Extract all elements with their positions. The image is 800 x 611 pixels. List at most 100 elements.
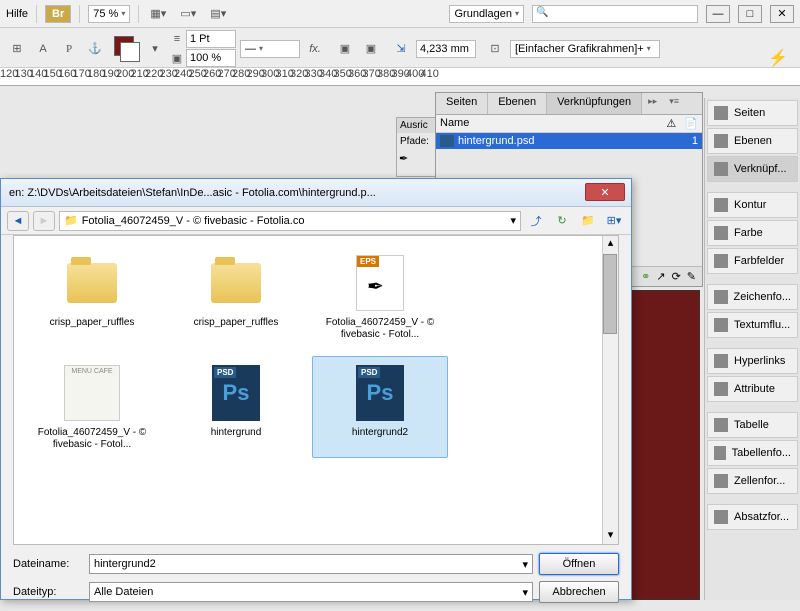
panel-label: Textumflu...	[734, 319, 790, 331]
char-icon[interactable]: A	[32, 38, 54, 60]
panel-kontur[interactable]: Kontur	[707, 192, 798, 218]
panel-label: Zellenfor...	[734, 475, 785, 487]
panel-label: Attribute	[734, 383, 775, 395]
nav-view-icon[interactable]: ⊞▾	[603, 210, 625, 232]
panel-farbfelder[interactable]: Farbfelder	[707, 248, 798, 274]
filetype-combo[interactable]: Alle Dateien▾	[89, 582, 533, 602]
nav-up-icon[interactable]: ⤴	[525, 210, 547, 232]
stroke-dropdown-icon[interactable]: ▾	[144, 38, 166, 60]
file-item[interactable]: crisp_paper_ruffles	[168, 246, 304, 348]
file-label: hintergrund	[211, 427, 262, 439]
panel-tabelle[interactable]: Tabelle	[707, 412, 798, 438]
file-item[interactable]: EPS✒Fotolia_46072459_V - © fivebasic - F…	[312, 246, 448, 348]
panel-zeichenfo[interactable]: Zeichenfo...	[707, 284, 798, 310]
anchor-icon[interactable]: ⚓	[84, 38, 106, 60]
search-input[interactable]	[532, 5, 698, 23]
maximize-button[interactable]: □	[738, 5, 762, 23]
dialog-title-text: en: Z:\DVDs\Arbeitsdateien\Stefan\InDe..…	[9, 187, 623, 199]
zoom-dropdown[interactable]: 75 %	[88, 5, 130, 23]
edit-original-icon[interactable]: ✎	[687, 270, 696, 283]
panel-verknpf[interactable]: Verknüpf...	[707, 156, 798, 182]
scroll-thumb[interactable]	[603, 254, 617, 334]
stroke-weight-input[interactable]	[186, 30, 236, 48]
stroke-style-dropdown[interactable]: —	[240, 40, 300, 58]
wrap-bb-icon[interactable]: ▣	[360, 38, 382, 60]
panel-textumflu[interactable]: Textumflu...	[707, 312, 798, 338]
relink-icon[interactable]: ⚭	[641, 270, 650, 283]
tab-ebenen[interactable]: Ebenen	[488, 93, 547, 114]
nav-back-button[interactable]: ◄	[7, 211, 29, 231]
panel-label: Farbe	[734, 227, 763, 239]
scrollbar[interactable]: ▴ ▾	[602, 236, 618, 544]
panel-label: Absatzfor...	[734, 511, 789, 523]
panel-label: Seiten	[734, 107, 765, 119]
panel-tabellenfo[interactable]: Tabellenfo...	[707, 440, 798, 466]
update-link-icon[interactable]: ⟳	[672, 270, 681, 283]
nav-fwd-button[interactable]: ►	[33, 211, 55, 231]
scale-input[interactable]	[186, 49, 236, 67]
nav-newfolder-icon[interactable]: 📁	[577, 210, 599, 232]
filename-label: Dateiname:	[13, 558, 83, 570]
wrap-none-icon[interactable]: ▣	[334, 38, 356, 60]
control-bar: ⊞ A P ⚓ ▾ ≡ ▣ — fx. ▣ ▣ ⇲ ⊡ [Einfacher G…	[0, 28, 800, 68]
arrange-icon[interactable]: ▤▾	[207, 3, 229, 25]
panel-zellenfor[interactable]: Zellenfor...	[707, 468, 798, 494]
panel-icon	[714, 106, 728, 120]
panel-attribute[interactable]: Attribute	[707, 376, 798, 402]
minimize-button[interactable]: —	[706, 5, 730, 23]
panel-seiten[interactable]: Seiten	[707, 100, 798, 126]
view-options-icon[interactable]: ▦▾	[147, 3, 169, 25]
open-button[interactable]: Öffnen	[539, 553, 619, 575]
address-dropdown-icon[interactable]: ▾	[510, 214, 516, 227]
address-bar[interactable]: 📁 Fotolia_46072459_V - © fivebasic - Fot…	[59, 211, 521, 231]
file-item[interactable]: crisp_paper_ruffles	[24, 246, 160, 348]
gpu-icon[interactable]: ⚡	[768, 48, 788, 68]
frame-type-icon[interactable]: ⊡	[484, 38, 506, 60]
panel-expand-icon[interactable]: ▸▸	[642, 93, 663, 114]
scroll-up-icon[interactable]: ▴	[603, 236, 618, 252]
panel-icon	[714, 198, 728, 212]
filename-combo[interactable]: hintergrund2▾	[89, 554, 533, 574]
panel-label: Kontur	[734, 199, 766, 211]
screen-mode-icon[interactable]: ▭▾	[177, 3, 199, 25]
panel-icon	[714, 474, 728, 488]
file-item[interactable]: MENU CAFEFotolia_46072459_V - © fivebasi…	[24, 356, 160, 458]
fx-icon[interactable]: fx.	[304, 38, 326, 60]
link-page: 1	[692, 135, 698, 147]
panel-icon	[714, 254, 728, 268]
bridge-button[interactable]: Br	[45, 5, 71, 23]
right-panel-dock: Seiten Ebenen Verknüpf... Kontur Farbe Farbfe…	[704, 98, 800, 600]
selection-ref-icon[interactable]: ⊞	[6, 38, 28, 60]
frame-type-dropdown[interactable]: [Einfacher Grafikrahmen]+	[510, 40, 660, 58]
workspace-dropdown[interactable]: Grundlagen	[449, 5, 524, 23]
panel-hyperlinks[interactable]: Hyperlinks	[707, 348, 798, 374]
top-menubar: Hilfe Br 75 % ▦▾ ▭▾ ▤▾ Grundlagen 🔍 — □ …	[0, 0, 800, 28]
paragraph-icon[interactable]: P	[58, 38, 80, 60]
panel-icon	[714, 510, 728, 524]
search-icon: 🔍	[536, 7, 548, 18]
panel-absatzfor[interactable]: Absatzfor...	[707, 504, 798, 530]
panel-icon	[714, 382, 728, 396]
folder-icon	[206, 253, 266, 313]
nav-refresh-icon[interactable]: ↻	[551, 210, 573, 232]
panel-menu-icon[interactable]: ▾≡	[663, 93, 685, 114]
panel-label: Verknüpf...	[734, 163, 787, 175]
tab-verknuepfungen[interactable]: Verknüpfungen	[547, 93, 642, 114]
help-menu[interactable]: Hilfe	[6, 8, 28, 20]
pen-icon[interactable]: ✒	[397, 150, 437, 167]
fill-stroke-swatch[interactable]	[114, 36, 140, 62]
tab-seiten[interactable]: Seiten	[436, 93, 488, 114]
file-item[interactable]: PSDPshintergrund	[168, 356, 304, 458]
scroll-down-icon[interactable]: ▾	[603, 528, 618, 544]
measure-input[interactable]	[416, 40, 476, 58]
panel-icon	[714, 446, 726, 460]
crop-icon[interactable]: ⇲	[390, 38, 412, 60]
panel-farbe[interactable]: Farbe	[707, 220, 798, 246]
goto-link-icon[interactable]: ↗	[656, 270, 665, 283]
panel-ebenen[interactable]: Ebenen	[707, 128, 798, 154]
close-button[interactable]: ✕	[770, 5, 794, 23]
file-item[interactable]: PSDPshintergrund2	[312, 356, 448, 458]
file-label: crisp_paper_ruffles	[194, 317, 279, 329]
dialog-close-button[interactable]: ✕	[585, 183, 625, 201]
link-item[interactable]: hintergrund.psd 1	[436, 133, 702, 149]
